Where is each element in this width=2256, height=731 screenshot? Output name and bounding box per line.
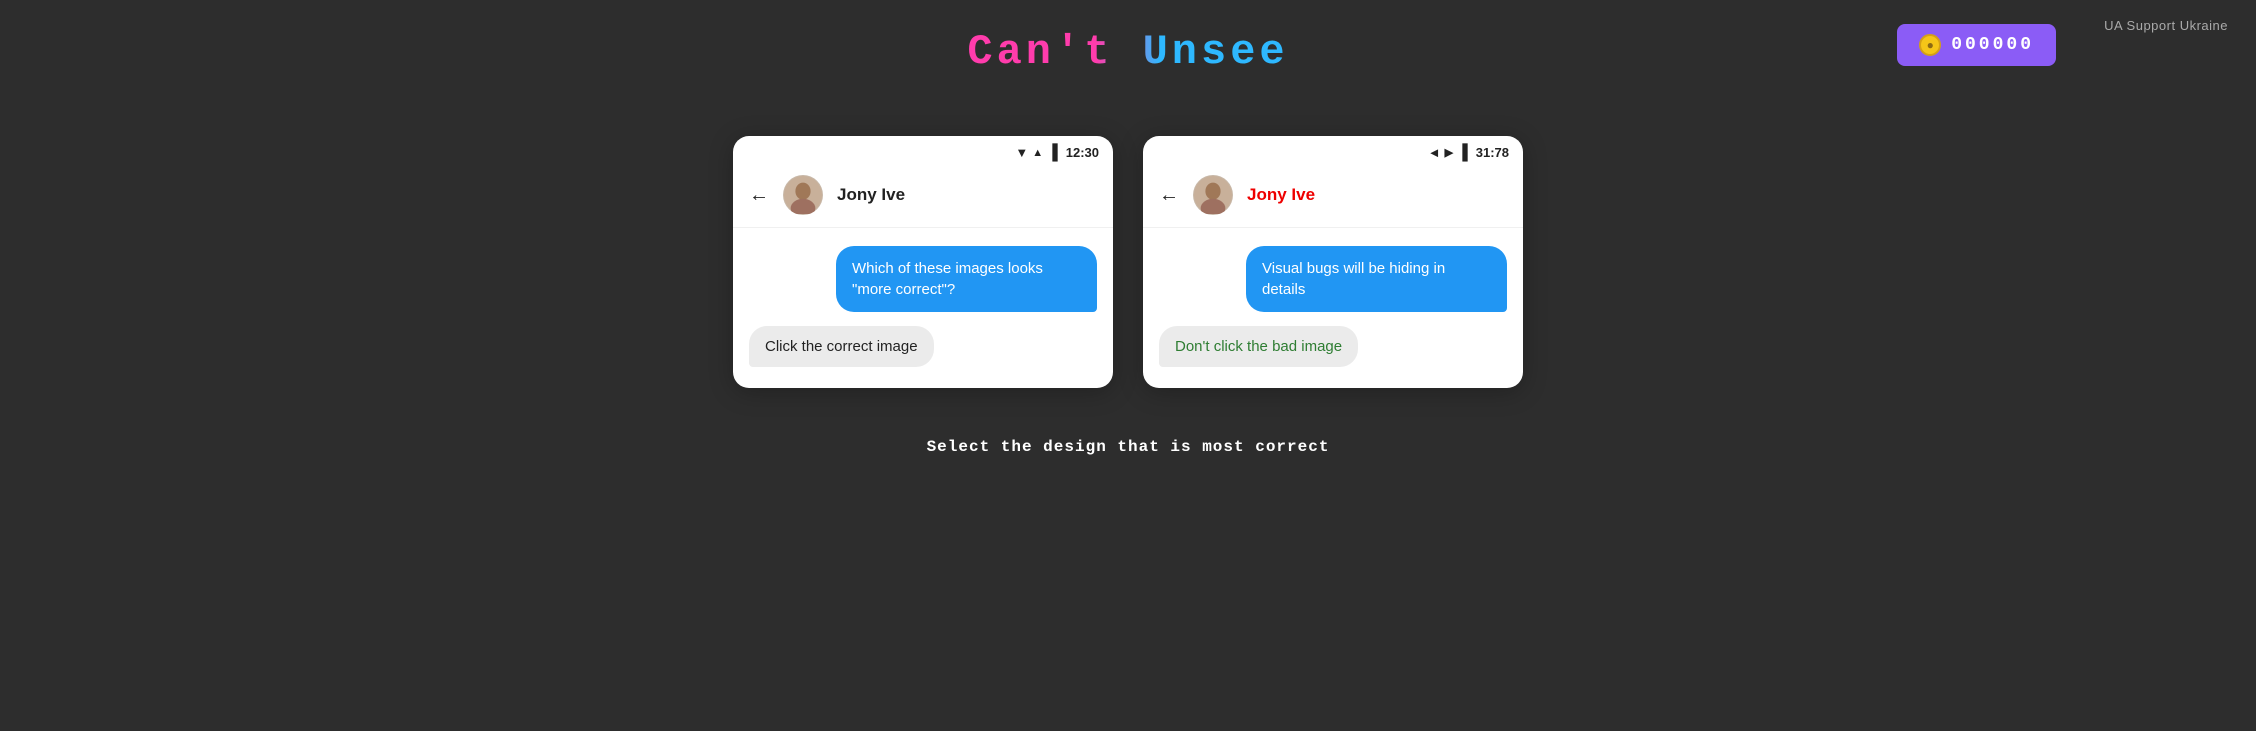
sent-bubble-left: Which of these images looks "more correc… bbox=[836, 246, 1097, 312]
status-time-right: 31:78 bbox=[1476, 145, 1509, 160]
score-value: 000000 bbox=[1951, 35, 2034, 55]
chat-area-right: Visual bugs will be hiding in details Do… bbox=[1143, 228, 1523, 388]
signal-icon: ▲ bbox=[1032, 147, 1043, 159]
app-logo: Can't Unsee bbox=[967, 28, 1288, 76]
signal-icon-right: ◄ bbox=[1428, 145, 1441, 160]
sent-bubble-right: Visual bugs will be hiding in details bbox=[1246, 246, 1507, 312]
battery-icon-right: ▐ bbox=[1457, 144, 1467, 161]
contact-name-right: Jony Ive bbox=[1247, 185, 1315, 205]
back-arrow-right[interactable]: ← bbox=[1159, 184, 1179, 207]
nav-bar-right: ← Jony Ive bbox=[1143, 165, 1523, 228]
status-bar-left: ▼ ▲ ▐ 12:30 bbox=[733, 136, 1113, 165]
received-bubble-left: Click the correct image bbox=[749, 326, 934, 367]
avatar-left bbox=[783, 175, 823, 215]
received-bubble-right: Don't click the bad image bbox=[1159, 326, 1358, 367]
wifi-icon: ▼ bbox=[1015, 145, 1028, 160]
nav-bar-left: ← Jony Ive bbox=[733, 165, 1113, 228]
avatar-right bbox=[1193, 175, 1233, 215]
correct-card[interactable]: ▼ ▲ ▐ 12:30 ← Jony Ive Which of these im… bbox=[733, 136, 1113, 388]
battery-icon-left: ▐ bbox=[1047, 144, 1057, 161]
signal-filled-icon-right: ▶ bbox=[1445, 146, 1453, 159]
status-icons-left: ▼ ▲ ▐ bbox=[1015, 144, 1056, 161]
header: Can't Unsee ● 000000 bbox=[0, 0, 2256, 96]
status-icons-right: ◄ ▶ ▐ bbox=[1428, 144, 1467, 161]
status-bar-right: ◄ ▶ ▐ 31:78 bbox=[1143, 136, 1523, 165]
coin-icon: ● bbox=[1919, 34, 1941, 56]
cards-container: ▼ ▲ ▐ 12:30 ← Jony Ive Which of these im… bbox=[733, 136, 1523, 388]
instruction-text: Select the design that is most correct bbox=[927, 438, 1330, 456]
chat-area-left: Which of these images looks "more correc… bbox=[733, 228, 1113, 388]
status-time-left: 12:30 bbox=[1066, 145, 1099, 160]
score-badge[interactable]: ● 000000 bbox=[1897, 24, 2056, 66]
contact-name-left: Jony Ive bbox=[837, 185, 905, 205]
back-arrow-left[interactable]: ← bbox=[749, 184, 769, 207]
bad-card[interactable]: ◄ ▶ ▐ 31:78 ← Jony Ive Visual bugs will … bbox=[1143, 136, 1523, 388]
